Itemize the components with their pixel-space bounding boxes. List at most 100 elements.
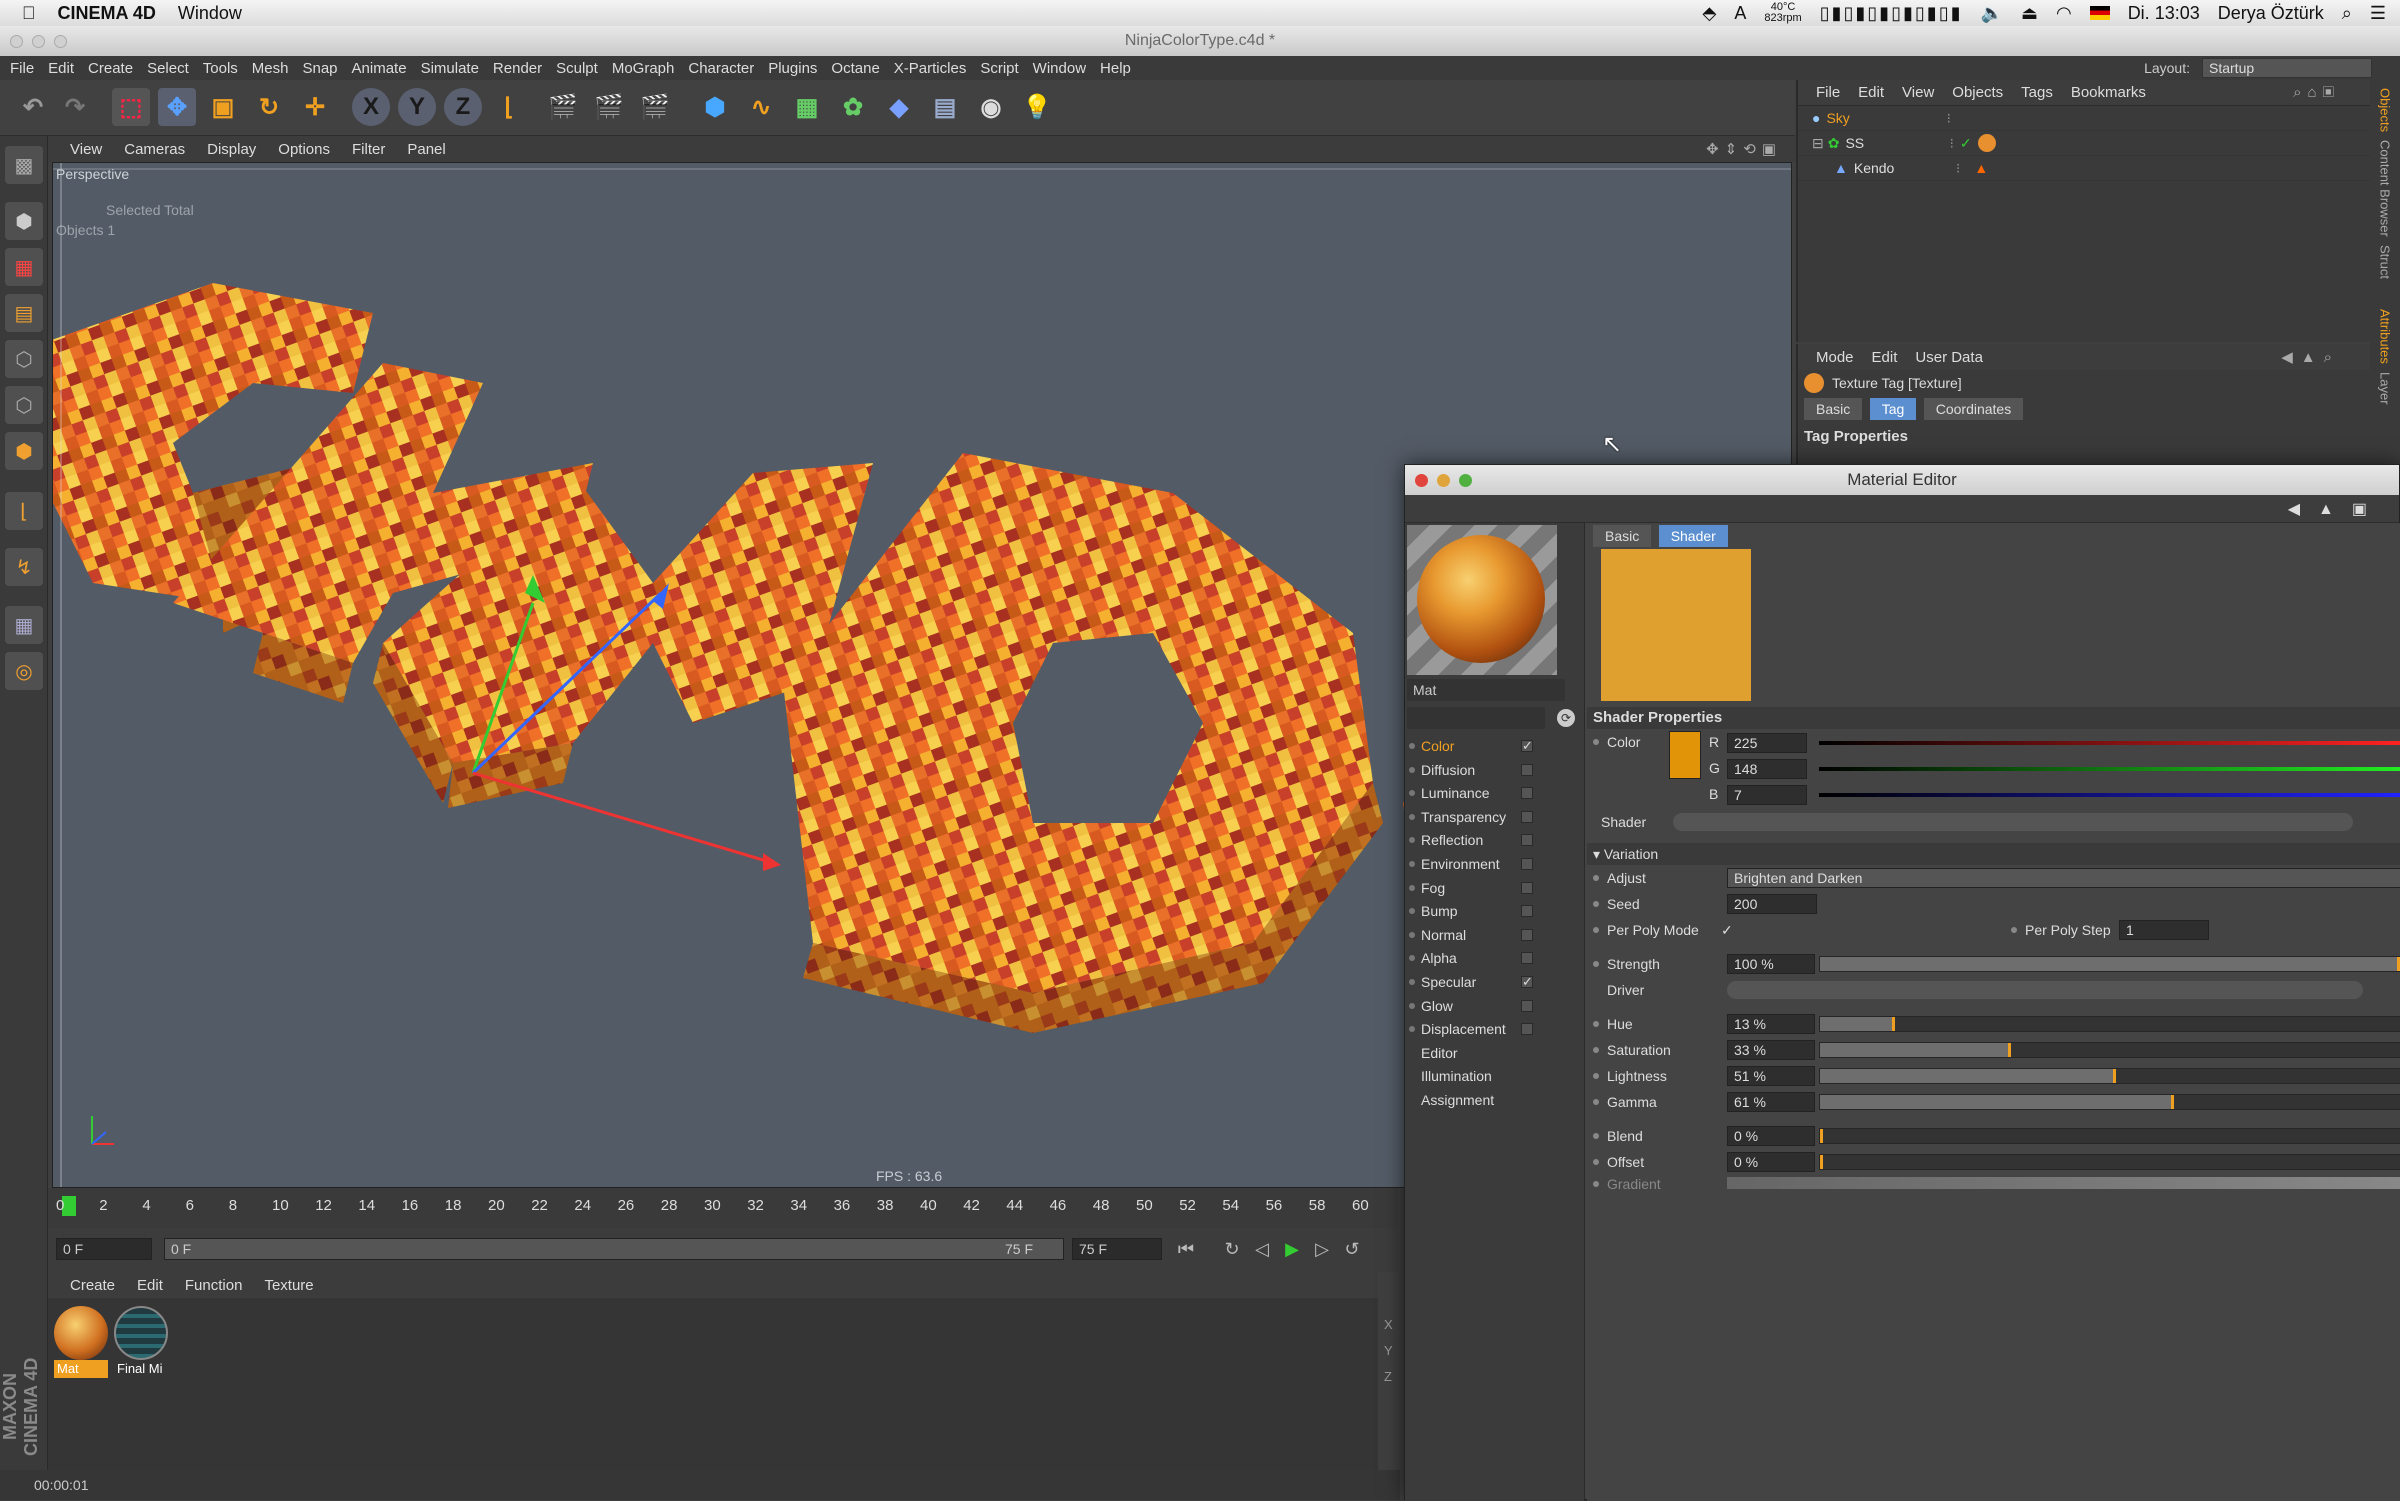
search-icon[interactable]: ⌕⌂▣: [2293, 84, 2340, 101]
object-row-sky[interactable]: ● Sky ⁝: [1798, 106, 2370, 131]
channel-reflection[interactable]: Reflection: [1409, 829, 1579, 851]
zoom-icon[interactable]: [1459, 474, 1472, 487]
tweak-mode-icon[interactable]: ↯: [5, 548, 43, 586]
menu-animate[interactable]: Animate: [352, 60, 407, 77]
viewport-menu-cameras[interactable]: Cameras: [124, 141, 185, 158]
b-field[interactable]: 7: [1727, 785, 1807, 805]
seed-field[interactable]: 200: [1727, 894, 1817, 914]
me-nav-icons[interactable]: ◀▲▣: [2288, 499, 2385, 519]
tab-attributes[interactable]: Attributes: [2378, 309, 2393, 364]
channel-checkbox[interactable]: [1521, 905, 1533, 918]
obj-menu-file[interactable]: File: [1816, 84, 1840, 101]
channel-environment[interactable]: Environment: [1409, 853, 1579, 875]
tab-tag[interactable]: Tag: [1869, 398, 1917, 420]
flag-icon[interactable]: [2089, 6, 2110, 20]
channel-transparency[interactable]: Transparency: [1409, 806, 1579, 828]
channel-search-field[interactable]: [1407, 707, 1545, 729]
r-slider[interactable]: [1819, 741, 2400, 745]
axis-mode-icon[interactable]: ⌊: [5, 492, 43, 530]
channel-checkbox[interactable]: ✓: [1521, 739, 1533, 752]
channel-bump[interactable]: Bump: [1409, 900, 1579, 922]
spotlight-icon[interactable]: ⌕: [2342, 3, 2352, 24]
close-window-icon[interactable]: [10, 35, 23, 48]
material-preview[interactable]: [1407, 525, 1557, 675]
driver-slot[interactable]: [1727, 981, 2363, 999]
scale-tool-icon[interactable]: ▣: [204, 88, 242, 126]
menu-plugins[interactable]: Plugins: [768, 60, 817, 77]
menu-octane[interactable]: Octane: [831, 60, 879, 77]
subdivision-surface-icon[interactable]: ▦: [788, 88, 826, 126]
r-field[interactable]: 225: [1727, 733, 1807, 753]
record-icon[interactable]: ↺: [1338, 1236, 1366, 1262]
wifi-icon[interactable]: ◠: [2056, 3, 2072, 24]
reset-icon[interactable]: ⟳: [1557, 709, 1575, 727]
channel-luminance[interactable]: Luminance: [1409, 782, 1579, 804]
attr-nav-icons[interactable]: ◀▲⌕: [2281, 348, 2340, 366]
app-menu[interactable]: CINEMA 4D: [58, 3, 156, 24]
viewport-menu-filter[interactable]: Filter: [352, 141, 385, 158]
volume-icon[interactable]: 🔈: [1981, 3, 2003, 24]
strength-field[interactable]: 100 %: [1727, 954, 1815, 974]
gamma-slider[interactable]: [1819, 1094, 2400, 1110]
per-poly-step-field[interactable]: 1: [2119, 920, 2209, 940]
color-swatch[interactable]: [1669, 731, 1701, 779]
layout-select[interactable]: Startup: [2202, 58, 2372, 78]
frame-range-slider[interactable]: 0 F 75 F: [164, 1238, 1064, 1260]
menu-script[interactable]: Script: [980, 60, 1018, 77]
floor-icon[interactable]: ▤: [926, 88, 964, 126]
me-tab-shader[interactable]: Shader: [1658, 525, 1728, 547]
g-slider[interactable]: [1819, 767, 2400, 771]
channel-assignment[interactable]: Assignment: [1409, 1089, 1579, 1111]
z-axis-icon[interactable]: Z: [444, 88, 482, 126]
dropbox-icon[interactable]: ⬘: [1703, 3, 1717, 24]
x-axis-icon[interactable]: X: [352, 88, 390, 126]
viewport-menu-options[interactable]: Options: [278, 141, 330, 158]
channel-checkbox[interactable]: [1521, 810, 1533, 823]
collapse-icon[interactable]: ⊟: [1812, 135, 1824, 152]
channel-editor[interactable]: Editor: [1409, 1042, 1579, 1064]
tab-struct[interactable]: Struct: [2378, 245, 2393, 279]
loop-icon[interactable]: ↻: [1218, 1236, 1246, 1262]
offset-slider[interactable]: [1819, 1154, 2400, 1170]
cloner-icon[interactable]: ✿: [834, 88, 872, 126]
phong-tag-icon[interactable]: ▲: [1974, 160, 1988, 176]
attr-menu-user-data[interactable]: User Data: [1915, 349, 1983, 366]
saturation-slider[interactable]: [1819, 1042, 2400, 1058]
hue-slider[interactable]: [1819, 1016, 2400, 1032]
minimize-icon[interactable]: [1437, 474, 1450, 487]
rotate-tool-icon[interactable]: ↻: [250, 88, 288, 126]
channel-alpha[interactable]: Alpha: [1409, 947, 1579, 969]
minimize-window-icon[interactable]: [32, 35, 45, 48]
menu-character[interactable]: Character: [688, 60, 754, 77]
polygons-mode-icon[interactable]: ⬢: [5, 432, 43, 470]
clock[interactable]: Di. 13:03: [2128, 3, 2200, 24]
redo-icon[interactable]: ↷: [56, 88, 94, 126]
edges-mode-icon[interactable]: ⬡: [5, 386, 43, 424]
channel-checkbox[interactable]: [1521, 928, 1533, 941]
visibility-dots-icon[interactable]: ⁝: [1946, 110, 1950, 127]
play-icon[interactable]: ▶: [1278, 1236, 1306, 1262]
workplane-mode-icon[interactable]: ▤: [5, 294, 43, 332]
obj-menu-view[interactable]: View: [1902, 84, 1934, 101]
apple-icon[interactable]: : [22, 3, 36, 24]
render-settings-icon[interactable]: 🎬: [636, 88, 674, 126]
menu-window[interactable]: Window: [1033, 60, 1086, 77]
menu-mograph[interactable]: MoGraph: [612, 60, 675, 77]
channel-checkbox[interactable]: [1521, 787, 1533, 800]
offset-field[interactable]: 0 %: [1727, 1152, 1815, 1172]
channel-diffusion[interactable]: Diffusion: [1409, 759, 1579, 781]
eject-icon[interactable]: ⏏: [2021, 3, 2038, 24]
channel-checkbox[interactable]: [1521, 1023, 1533, 1036]
viewport-menu-view[interactable]: View: [70, 141, 102, 158]
snapping-icon[interactable]: ▦: [5, 606, 43, 644]
obj-menu-bookmarks[interactable]: Bookmarks: [2071, 84, 2146, 101]
b-slider[interactable]: [1819, 793, 2400, 797]
tab-layer[interactable]: Layer: [2378, 372, 2393, 405]
lightness-slider[interactable]: [1819, 1068, 2400, 1084]
variation-header[interactable]: ▾ Variation: [1587, 843, 2400, 865]
model-mode-icon[interactable]: ⬢: [5, 202, 43, 240]
current-frame-field[interactable]: 0 F: [56, 1238, 152, 1260]
channel-checkbox[interactable]: [1521, 763, 1533, 776]
go-to-start-icon[interactable]: ⏮: [1172, 1236, 1200, 1262]
channel-specular[interactable]: Specular ✓: [1409, 971, 1579, 993]
